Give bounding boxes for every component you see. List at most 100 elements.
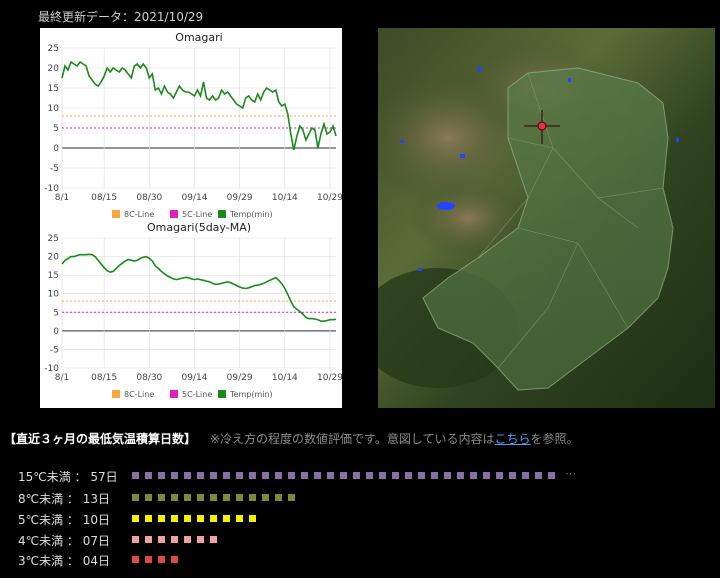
day-square (158, 494, 165, 501)
legend-swatch (170, 210, 178, 218)
day-square (145, 515, 152, 522)
day-square (249, 472, 256, 479)
day-square (158, 472, 165, 479)
day-square (145, 472, 152, 479)
x-tick-label: 09/14 (182, 193, 208, 203)
day-square (158, 556, 165, 563)
terrain-map[interactable] (378, 28, 715, 408)
x-tick-label: 10/14 (272, 373, 298, 383)
x-tick-label: 10/14 (272, 193, 298, 203)
day-square (223, 472, 230, 479)
day-square (184, 472, 191, 479)
y-tick-label: -5 (50, 164, 59, 174)
cumulative-days-note: ※冷え方の程度の数値評価です。意図している内容はこちらを参照。 (210, 430, 579, 447)
day-square (184, 494, 191, 501)
day-square (353, 472, 360, 479)
x-tick-label: 08/15 (91, 193, 117, 203)
day-square (366, 472, 373, 479)
chart-title: Omagari(5day-MA) (147, 221, 251, 234)
y-tick-label: 25 (48, 44, 59, 54)
day-square (132, 472, 139, 479)
day-square (171, 472, 178, 479)
x-tick-label: 8/1 (55, 373, 69, 383)
y-tick-label: -5 (50, 345, 59, 355)
day-square (262, 472, 269, 479)
y-tick-label: 15 (48, 271, 59, 281)
legend-swatch (112, 210, 120, 218)
day-square (171, 536, 178, 543)
day-square (249, 515, 256, 522)
day-square (340, 472, 347, 479)
stat-label: 5℃未満 ： 10日 (18, 513, 111, 527)
day-square (418, 472, 425, 479)
day-square (171, 515, 178, 522)
y-tick-label: 25 (48, 234, 59, 244)
y-tick-label: 0 (53, 144, 59, 154)
day-square (496, 472, 503, 479)
chart-omagari: Omagari 25 20 15 10 5 0 -5 -10 8/1 08/15 08/30 09/14… (40, 28, 342, 228)
day-square (379, 472, 386, 479)
cumulative-days-title: 【直近３ヶ月の最低気温積算日数】 (4, 432, 197, 446)
x-tick-label: 10/29 (317, 373, 342, 383)
day-square (171, 494, 178, 501)
terrain-map-image (378, 28, 715, 408)
x-tick-label: 10/29 (317, 193, 342, 203)
x-tick-label: 8/1 (55, 193, 69, 203)
day-square (509, 472, 516, 479)
day-square (210, 515, 217, 522)
day-square (392, 472, 399, 479)
day-square (158, 515, 165, 522)
day-square (236, 472, 243, 479)
x-tick-label: 08/30 (136, 193, 162, 203)
day-square (145, 536, 152, 543)
day-square (158, 536, 165, 543)
temp-series-line (61, 60, 337, 151)
note-suffix: を参照。 (530, 432, 579, 446)
legend-swatch (218, 390, 226, 398)
note-prefix: ※冷え方の程度の数値評価です。意図している内容は (210, 432, 495, 446)
day-square (197, 472, 204, 479)
day-square (249, 494, 256, 501)
y-tick-label: 20 (48, 64, 60, 74)
day-square (171, 556, 178, 563)
y-tick-label: 5 (53, 308, 59, 318)
day-square (314, 472, 321, 479)
x-tick-label: 09/29 (227, 193, 253, 203)
legend-swatch (170, 390, 178, 398)
day-square (184, 536, 191, 543)
legend-swatch (218, 210, 226, 218)
day-square (197, 494, 204, 501)
day-square (444, 472, 451, 479)
day-square (327, 472, 334, 479)
day-square (145, 556, 152, 563)
day-square (132, 536, 139, 543)
day-square (132, 515, 139, 522)
stat-label: 3℃未満 ： 04日 (18, 554, 111, 568)
day-square (288, 472, 295, 479)
day-square (301, 472, 308, 479)
day-square (236, 494, 243, 501)
day-square (197, 515, 204, 522)
day-square (457, 472, 464, 479)
day-square (184, 515, 191, 522)
y-tick-label: 0 (53, 327, 59, 337)
legend-label: Temp(min) (229, 390, 273, 399)
legend-swatch (112, 390, 120, 398)
day-square (535, 472, 542, 479)
y-tick-label: 20 (48, 253, 60, 263)
note-link[interactable]: こちら (495, 432, 531, 446)
stat-label: 8℃未満 ： 13日 (18, 492, 111, 506)
y-tick-label: 5 (53, 124, 59, 134)
day-square (548, 472, 555, 479)
x-tick-label: 08/30 (136, 373, 162, 383)
day-square (132, 556, 139, 563)
day-square (405, 472, 412, 479)
day-square (262, 494, 269, 501)
day-square (431, 472, 438, 479)
day-square (210, 494, 217, 501)
stat-row: 8℃未満 ： 13日 (18, 490, 295, 506)
temp-series-line (61, 253, 337, 322)
stat-row: 3℃未満 ： 04日 (18, 552, 178, 568)
chart-omagari-5day-ma-svg: Omagari(5day-MA)2520151050-5-108/1 08/15 0… (44, 221, 342, 399)
day-square (132, 494, 139, 501)
